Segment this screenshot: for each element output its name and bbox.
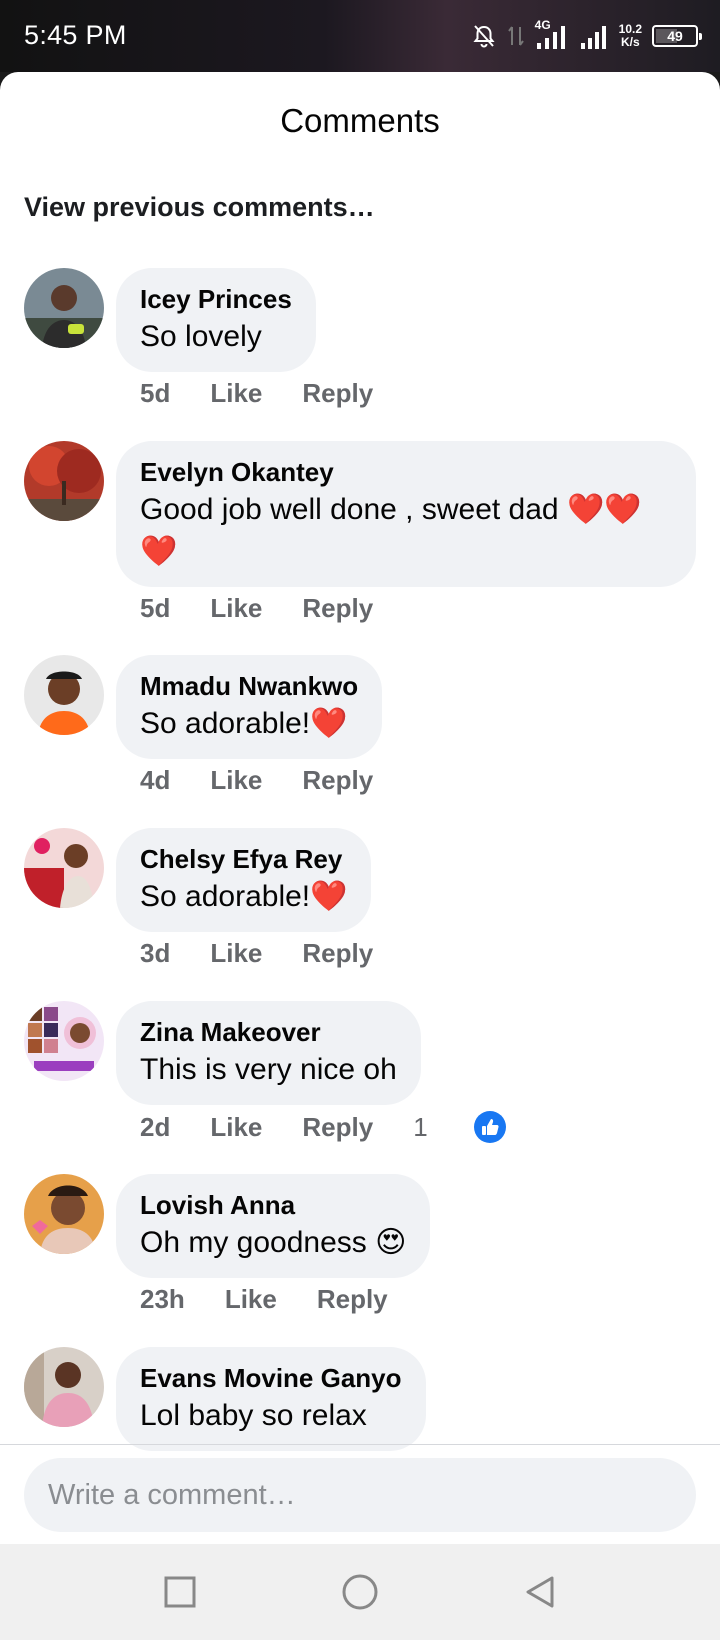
comment-text: So lovely (140, 320, 262, 353)
comment-text: This is very nice oh (140, 1053, 397, 1086)
network-speed: 10.2 K/s (619, 23, 642, 49)
avatar[interactable] (24, 655, 104, 735)
comment-author[interactable]: Evans Movine Ganyo (140, 1361, 402, 1395)
reply-button[interactable]: Reply (302, 378, 373, 409)
comment-text: Good job well done , sweet dad ❤️❤️❤️ (140, 493, 642, 568)
comment-author[interactable]: Evelyn Okantey (140, 455, 672, 489)
comment-list[interactable]: Icey Princes So lovely 5d Like Reply Eve… (0, 268, 720, 1520)
comment-text: So adorable!❤️ (140, 880, 348, 913)
reaction-summary[interactable]: 1 (413, 1111, 545, 1143)
comment-time: 5d (140, 593, 171, 623)
avatar[interactable] (24, 1174, 104, 1254)
comment-time: 3d (140, 938, 171, 968)
comment-bubble[interactable]: Zina Makeover This is very nice oh (116, 1001, 421, 1105)
signal-4g-icon: 4G (534, 18, 569, 51)
battery-level: 49 (667, 28, 683, 44)
comment-text: Lol baby so relax (140, 1399, 367, 1432)
comment-time: 2d (140, 1111, 171, 1142)
comment-item: Evelyn Okantey Good job well done , swee… (0, 441, 720, 655)
comment-actions: 4d Like Reply (140, 765, 413, 796)
comment-time: 5d (140, 378, 171, 408)
like-button[interactable]: Like (210, 593, 262, 624)
comments-sheet: Comments View previous comments… Icey Pr… (0, 72, 720, 1544)
comment-bubble[interactable]: Evans Movine Ganyo Lol baby so relax (116, 1347, 426, 1451)
system-nav-bar (0, 1544, 720, 1640)
recent-apps-icon[interactable] (160, 1572, 200, 1612)
comment-author[interactable]: Zina Makeover (140, 1015, 397, 1049)
comment-actions: 5d Like Reply (140, 593, 413, 624)
sheet-title: Comments (280, 102, 440, 139)
comment-actions: 23h Like Reply (140, 1284, 428, 1315)
comment-actions: 5d Like Reply (140, 378, 413, 409)
comment-bubble[interactable]: Chelsy Efya Rey So adorable!❤️ (116, 828, 372, 932)
comment-actions: 3d Like Reply (140, 938, 413, 969)
reply-button[interactable]: Reply (302, 765, 373, 796)
view-previous-comments-link[interactable]: View previous comments… (24, 192, 375, 223)
comment-item: Lovish Anna Oh my goodness 😍 23h Like Re… (0, 1174, 720, 1347)
avatar[interactable] (24, 1347, 104, 1427)
composer-divider (0, 1444, 720, 1445)
avatar[interactable] (24, 1001, 104, 1081)
data-arrows-icon (507, 23, 525, 49)
comment-bubble[interactable]: Evelyn Okantey Good job well done , swee… (116, 441, 696, 587)
like-button[interactable]: Like (210, 1112, 262, 1143)
comment-bubble[interactable]: Icey Princes So lovely (116, 268, 316, 372)
reply-button[interactable]: Reply (317, 1284, 388, 1315)
reply-button[interactable]: Reply (302, 1112, 373, 1143)
comment-item: Mmadu Nwankwo So adorable!❤️ 4d Like Rep… (0, 655, 720, 828)
like-button[interactable]: Like (225, 1284, 277, 1315)
status-icons: 4G 10.2 K/s 49 (471, 18, 702, 54)
reply-button[interactable]: Reply (302, 938, 373, 969)
comment-bubble[interactable]: Mmadu Nwankwo So adorable!❤️ (116, 655, 383, 759)
battery-icon: 49 (652, 25, 702, 47)
comment-time: 23h (140, 1284, 185, 1314)
avatar[interactable] (24, 441, 104, 521)
reaction-count: 1 (413, 1111, 428, 1142)
comment-time: 4d (140, 765, 171, 795)
back-icon[interactable] (520, 1572, 560, 1612)
comment-bubble[interactable]: Lovish Anna Oh my goodness 😍 (116, 1174, 431, 1278)
like-button[interactable]: Like (210, 378, 262, 409)
comment-item: Chelsy Efya Rey So adorable!❤️ 3d Like R… (0, 828, 720, 1001)
network-type: 4G (534, 18, 551, 32)
speed-unit: K/s (620, 35, 640, 49)
comment-author[interactable]: Icey Princes (140, 282, 292, 316)
comment-author[interactable]: Chelsy Efya Rey (140, 842, 347, 876)
status-bar: 5:45 PM 4G 10.2 K/s 49 (0, 0, 720, 72)
comment-item: Icey Princes So lovely 5d Like Reply (0, 268, 720, 441)
comment-author[interactable]: Mmadu Nwankwo (140, 669, 358, 703)
notifications-off-icon (471, 23, 497, 49)
home-icon[interactable] (340, 1572, 380, 1612)
comment-author[interactable]: Lovish Anna (140, 1188, 406, 1222)
status-time: 5:45 PM (24, 20, 127, 50)
avatar[interactable] (24, 268, 104, 348)
avatar[interactable] (24, 828, 104, 908)
comment-text: So adorable!❤️ (140, 707, 348, 740)
reply-button[interactable]: Reply (302, 593, 373, 624)
comment-item: Zina Makeover This is very nice oh 2d Li… (0, 1001, 720, 1174)
comment-input[interactable] (24, 1458, 696, 1532)
thumbs-up-icon (473, 1111, 506, 1143)
signal-icon (579, 21, 609, 51)
comment-actions: 2d Like Reply 1 (140, 1111, 586, 1143)
comment-text: Oh my goodness 😍 (140, 1226, 407, 1259)
like-button[interactable]: Like (210, 938, 262, 969)
like-button[interactable]: Like (210, 765, 262, 796)
